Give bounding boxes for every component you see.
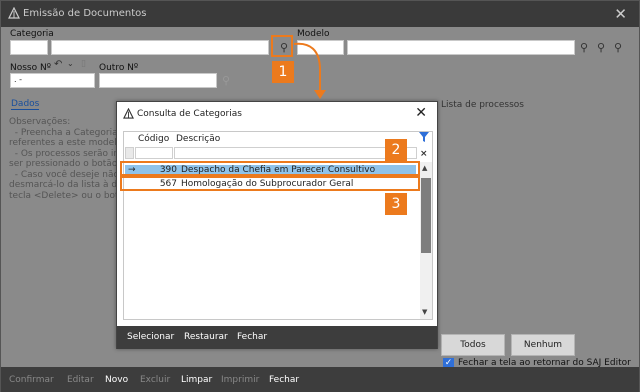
window-title: Emissão de Documentos <box>23 8 147 19</box>
nenhum-button[interactable]: Nenhum <box>511 334 575 356</box>
filter-marker-cell <box>125 147 134 159</box>
callout-row-1 <box>120 161 420 176</box>
confirmar-button[interactable]: Confirmar <box>9 375 54 385</box>
dialog-toolbar: Selecionar Restaurar Fechar <box>117 326 437 349</box>
window-close-icon[interactable]: ✕ <box>614 5 627 23</box>
modelo-label: Modelo <box>297 29 330 39</box>
excluir-button[interactable]: Excluir <box>140 375 170 385</box>
annotation-badge-2: 2 <box>385 139 407 161</box>
limpar-button[interactable]: Limpar <box>181 375 212 385</box>
dialog-titlebar: Consulta de Categorias ✕ <box>117 102 437 126</box>
categoria-label: Categoria <box>10 29 54 39</box>
modelo-search-icon[interactable]: ⚲ <box>580 41 588 54</box>
modelo-desc-field[interactable] <box>347 40 575 55</box>
categoria-code-field[interactable] <box>10 40 48 55</box>
col-codigo-header[interactable]: Código <box>138 134 169 144</box>
undo-icon[interactable]: ↶ <box>54 59 62 70</box>
scroll-down-icon[interactable]: ▼ <box>422 308 427 316</box>
filter-icon[interactable] <box>419 132 429 142</box>
scroll-up-icon[interactable]: ▲ <box>422 164 427 172</box>
lista-processos-title: Lista de processos <box>441 100 524 110</box>
clear-filter-icon[interactable]: × <box>420 149 428 159</box>
chevron-down-icon[interactable]: ⌄ <box>67 59 74 68</box>
annotation-badge-3: 3 <box>385 193 407 215</box>
callout-row-2 <box>120 176 420 191</box>
filter-descricao-field[interactable] <box>174 147 417 159</box>
grid-scrollbar[interactable]: ▲ ▼ <box>420 162 432 319</box>
nosso-field[interactable]: . - <box>10 73 95 88</box>
annotation-arrow <box>293 42 326 99</box>
scroll-thumb[interactable] <box>421 178 431 253</box>
editar-button[interactable]: Editar <box>67 375 94 385</box>
imprimir-button[interactable]: Imprimir <box>221 375 259 385</box>
annotation-badge-1: 1 <box>272 61 294 83</box>
col-descricao-header[interactable]: Descrição <box>176 134 220 144</box>
dialog-title: Consulta de Categorias <box>137 109 242 119</box>
filter-codigo-field[interactable] <box>135 147 173 159</box>
window-titlebar: Emissão de Documentos ✕ <box>1 1 639 27</box>
dialog-logo-icon <box>123 108 134 119</box>
fechar-button[interactable]: Fechar <box>269 375 299 385</box>
outro-search-icon[interactable]: ⚲ <box>222 74 230 87</box>
doc-icon[interactable]: ▯ <box>81 59 86 69</box>
todos-button[interactable]: Todos <box>441 334 505 356</box>
main-toolbar: Confirmar Editar Novo Excluir Limpar Imp… <box>1 367 639 392</box>
selecionar-button[interactable]: Selecionar <box>127 332 174 342</box>
app-logo-icon <box>8 7 20 19</box>
dialog-close-icon[interactable]: ✕ <box>415 105 427 121</box>
callout-search-highlight <box>271 35 293 57</box>
novo-button[interactable]: Novo <box>105 375 128 385</box>
dialog-fechar-button[interactable]: Fechar <box>237 332 267 342</box>
modelo-edit-icon[interactable]: ⚲ <box>614 41 622 54</box>
restaurar-button[interactable]: Restaurar <box>184 332 228 342</box>
tab-dados[interactable]: Dados <box>11 99 40 110</box>
modelo-view-icon[interactable]: ⚲ <box>597 41 605 54</box>
nosso-label: Nosso Nº <box>10 63 51 73</box>
outro-label: Outro Nº <box>99 63 139 73</box>
categoria-desc-field[interactable] <box>51 40 269 55</box>
outro-field[interactable] <box>99 73 217 88</box>
observacoes-text: Observações: - Preencha a Categoria refe… <box>9 117 123 201</box>
